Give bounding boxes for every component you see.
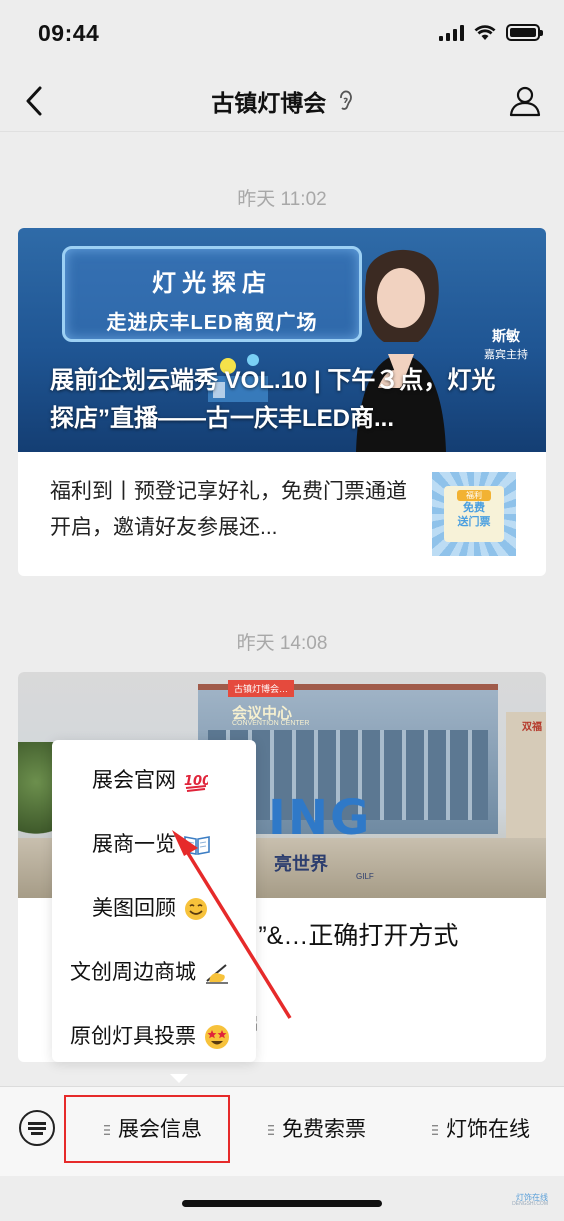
banner-sign-line1: 灯光探店 [152,270,272,297]
profile-icon[interactable] [508,84,542,118]
gilf-logo: GILF [356,872,374,881]
thumbnail-tag: 福利 [457,490,491,501]
thumbnail-line2: 送门票 [457,516,491,528]
star-struck-icon [204,1025,229,1050]
submenu-item-shop[interactable]: 文创周边商城 [52,936,256,1000]
banner-sign-line2: 走进庆丰LED商贸广场 [106,312,318,334]
timestamp: 昨天 14:08 [236,633,328,654]
article-card: 灯光探店 走进庆丰LED商贸广场 斯敏 嘉宾主持 展前企划云端秀 VOL.10 … [18,228,546,576]
smiling-face-icon [184,898,207,921]
presenter-name: 斯敏 [492,328,520,344]
building-ribbon: 古镇灯博会… [228,680,295,697]
submenu-item-label: 展商一览 [92,833,176,856]
menu-tab-expo-info[interactable]: 展会信息 [104,1113,202,1149]
side-building-sign: 双福 [522,722,542,733]
home-indicator[interactable] [182,1200,382,1207]
menu-tab-lighting-online[interactable]: 灯饰在线 [432,1113,530,1149]
article-title: 展前企划云端秀 VOL.10 | 下午３点，灯光探店”直播——古一庆丰LED商.… [50,367,496,432]
menu-tab-label: 展会信息 [118,1118,202,1141]
status-bar: 09:44 [0,0,564,70]
submenu-item-label: 原创灯具投票 [70,1025,196,1048]
menu-tab-free-tickets[interactable]: 免费索票 [268,1113,366,1149]
status-icons [439,24,543,41]
menu-lines-icon [104,1125,110,1136]
presenter-label: 斯敏 嘉宾主持 [484,326,528,362]
submenu-item-official-site[interactable]: 展会官网 100 [52,744,256,808]
nav-bar: 古镇灯博会 [0,70,564,132]
bottom-menu-bar: 展会信息 免费索票 灯饰在线 [0,1086,564,1176]
sculpture-letters: ING [268,790,372,846]
page-title: 古镇灯博会 [211,90,327,116]
submenu-popup: 展会官网 100 展商一览 美图回顾 文创周边商城 原创灯具投票 [52,740,256,1062]
cellular-signal-icon [439,24,464,41]
submenu-item-label: 文创周边商城 [70,961,196,984]
submenu-item-vote[interactable]: 原创灯具投票 [52,1000,256,1064]
banner-sign: 灯光探店 走进庆丰LED商贸广场 [62,246,362,342]
watermark-url: DENGSHI.COM [512,1201,548,1207]
keyboard-toggle-icon[interactable] [18,1109,56,1147]
menu-tab-label: 免费索票 [282,1118,366,1141]
sub-article-title: 福利到丨预登记享好礼，免费门票通道开启，邀请好友参展还... [50,480,407,539]
hundred-points-icon: 100 [184,774,208,793]
sculpture-text: 亮世界 [274,854,328,874]
thumbnail-card: 福利 免费 送门票 [444,486,504,542]
status-time: 09:44 [38,20,100,46]
nav-title-wrap: 古镇灯博会 [0,84,564,118]
battery-icon [506,24,543,41]
article-banner[interactable]: 灯光探店 走进庆丰LED商贸广场 斯敏 嘉宾主持 展前企划云端秀 VOL.10 … [18,228,546,452]
sub-article-thumbnail: 福利 免费 送门票 [432,472,516,556]
wifi-icon [474,24,496,40]
building-sign-en: CONVENTION CENTER [232,720,310,727]
submenu-item-gallery[interactable]: 美图回顾 [52,872,256,936]
popup-pointer [170,1074,188,1083]
presenter-role: 嘉宾主持 [484,349,528,361]
submenu-item-label: 展会官网 [92,769,176,792]
menu-tab-label: 灯饰在线 [446,1118,530,1141]
sub-article-item[interactable]: 福利到丨预登记享好礼，免费门票通道开启，邀请好友参展还... 福利 免费 送门票 [18,452,546,576]
submenu-item-exhibitors[interactable]: 展商一览 [52,808,256,872]
timestamp: 昨天 11:02 [237,189,327,210]
menu-lines-icon [432,1125,438,1136]
ear-icon [339,90,352,110]
open-book-icon [184,836,210,856]
writing-hand-icon [205,964,228,985]
thumbnail-line1: 免费 [463,502,485,514]
menu-lines-icon [268,1125,274,1136]
submenu-item-label: 美图回顾 [92,897,176,920]
